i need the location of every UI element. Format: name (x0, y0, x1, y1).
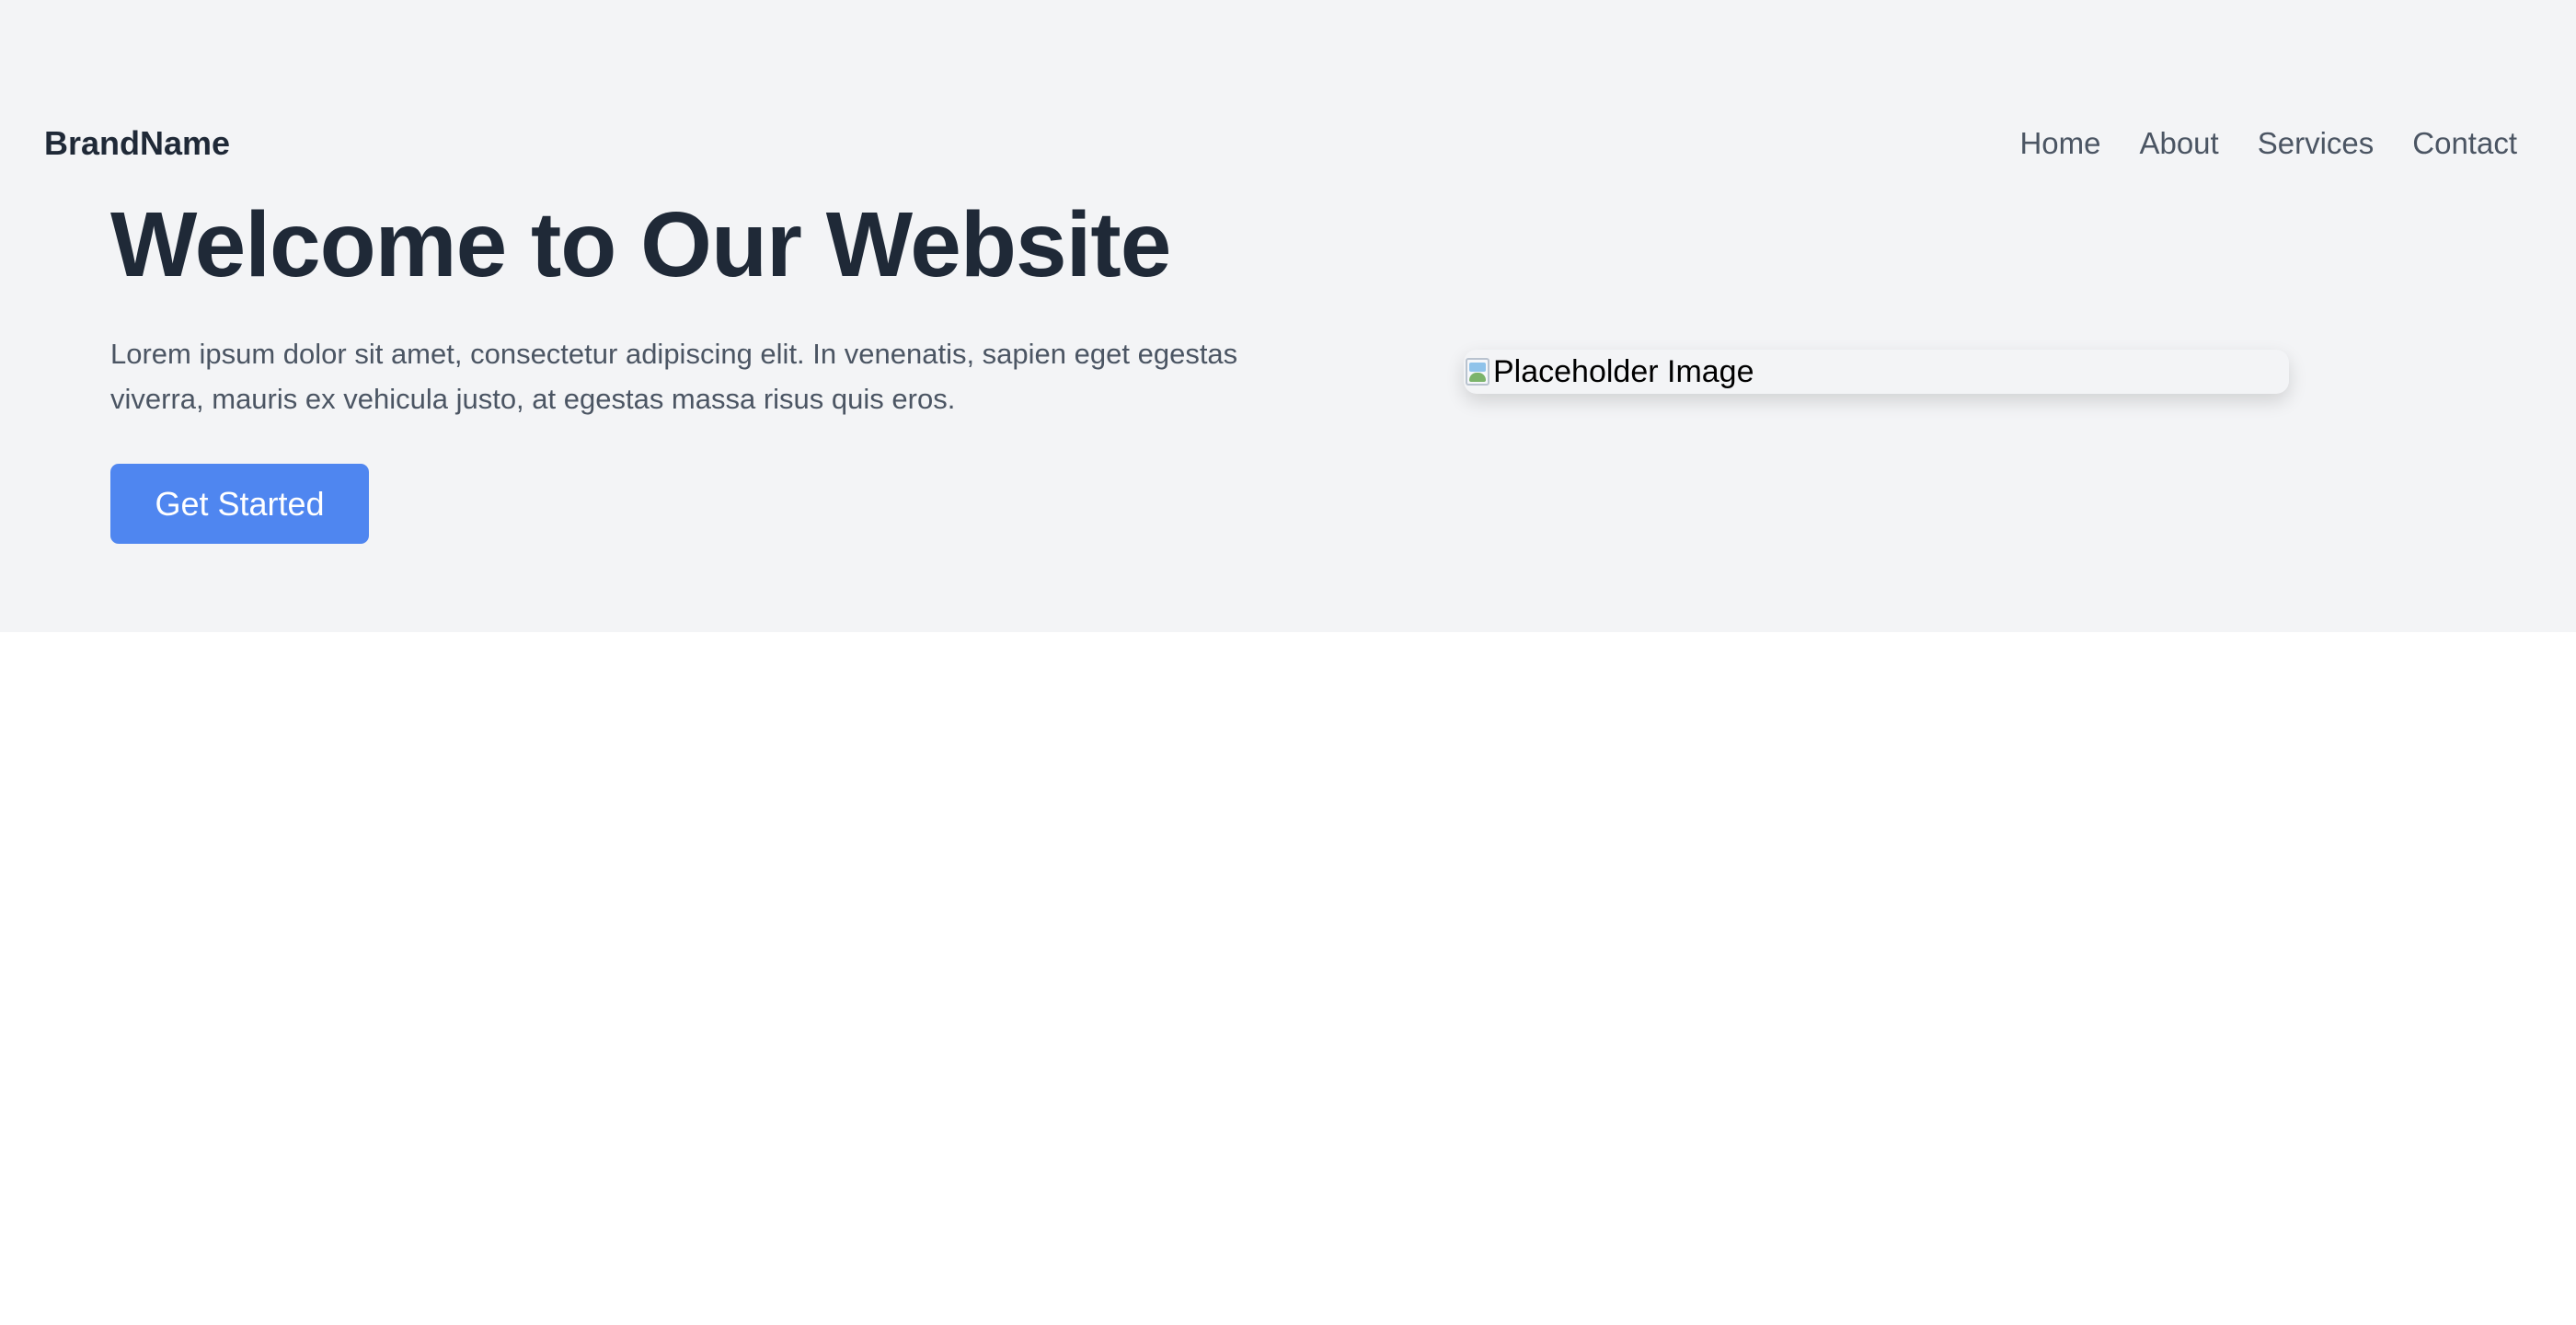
get-started-button[interactable]: Get Started (110, 464, 369, 544)
hero-title: Welcome to Our Website (110, 193, 1171, 296)
nav-link-contact[interactable]: Contact (2412, 121, 2517, 166)
nav-link-about[interactable]: About (2139, 121, 2218, 166)
nav-link-home[interactable]: Home (2019, 121, 2100, 166)
hero-section: BrandName Home About Services Contact We… (0, 0, 2576, 632)
image-alt-text: Placeholder Image (1493, 354, 1754, 389)
main-nav: Home About Services Contact (2019, 121, 2517, 166)
hero-description: Lorem ipsum dolor sit amet, consectetur … (110, 338, 1238, 415)
broken-image-icon (1464, 356, 1493, 387)
placeholder-image: Placeholder Image (1464, 350, 2289, 394)
brand-logo[interactable]: BrandName (44, 121, 230, 166)
nav-link-services[interactable]: Services (2258, 121, 2375, 166)
